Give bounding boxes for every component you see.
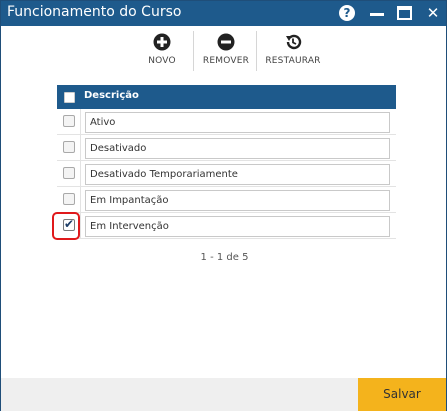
table-row: Ativo <box>57 109 396 135</box>
toolbar-divider <box>193 31 194 71</box>
novo-button[interactable]: NOVO <box>139 31 185 71</box>
footer-bar: Salvar <box>1 378 446 411</box>
window-title: Funcionamento do Curso <box>7 4 182 20</box>
novo-label: NOVO <box>148 56 176 66</box>
save-button[interactable]: Salvar <box>358 378 446 411</box>
remover-button[interactable]: REMOVER <box>201 31 251 71</box>
grid-header: Descrição <box>57 85 396 109</box>
description-field[interactable]: Ativo <box>85 112 390 133</box>
data-grid: Descrição Ativo Desativado Desativado Te… <box>57 85 396 239</box>
help-glyph: ? <box>339 5 355 21</box>
row-checkbox[interactable] <box>63 193 75 205</box>
table-row: Desativado <box>57 135 396 161</box>
minimize-icon[interactable] <box>368 5 386 22</box>
table-row: Em Impantação <box>57 187 396 213</box>
row-checkbox[interactable] <box>63 167 75 179</box>
title-bar: Funcionamento do Curso ? ✕ <box>1 1 446 26</box>
table-row: Desativado Temporariamente <box>57 161 396 187</box>
selection-highlight-box <box>52 212 80 240</box>
description-field[interactable]: Em Impantação <box>85 190 390 211</box>
column-header-descricao: Descrição <box>84 90 139 101</box>
plus-circle-icon <box>153 33 171 51</box>
row-checkbox[interactable] <box>63 115 75 127</box>
table-row: Em Intervenção <box>57 213 396 239</box>
minus-circle-icon <box>217 33 235 51</box>
description-field[interactable]: Desativado Temporariamente <box>85 164 390 185</box>
restaurar-button[interactable]: RESTAURAR <box>263 31 323 71</box>
restaurar-label: RESTAURAR <box>265 56 321 66</box>
description-field[interactable]: Em Intervenção <box>85 216 390 237</box>
restore-history-icon <box>286 34 302 50</box>
maximize-icon[interactable] <box>396 5 414 22</box>
toolbar-divider <box>256 31 257 71</box>
select-all-checkbox[interactable] <box>64 92 75 103</box>
dialog-window: Funcionamento do Curso ? ✕ NOVO REMOVER <box>0 0 447 411</box>
close-icon[interactable]: ✕ <box>424 5 442 22</box>
row-checkbox[interactable] <box>63 141 75 153</box>
remover-label: REMOVER <box>202 56 250 66</box>
pagination-info: 1 - 1 de 5 <box>200 252 249 263</box>
description-field[interactable]: Desativado <box>85 138 390 159</box>
help-icon[interactable]: ? <box>339 5 357 22</box>
